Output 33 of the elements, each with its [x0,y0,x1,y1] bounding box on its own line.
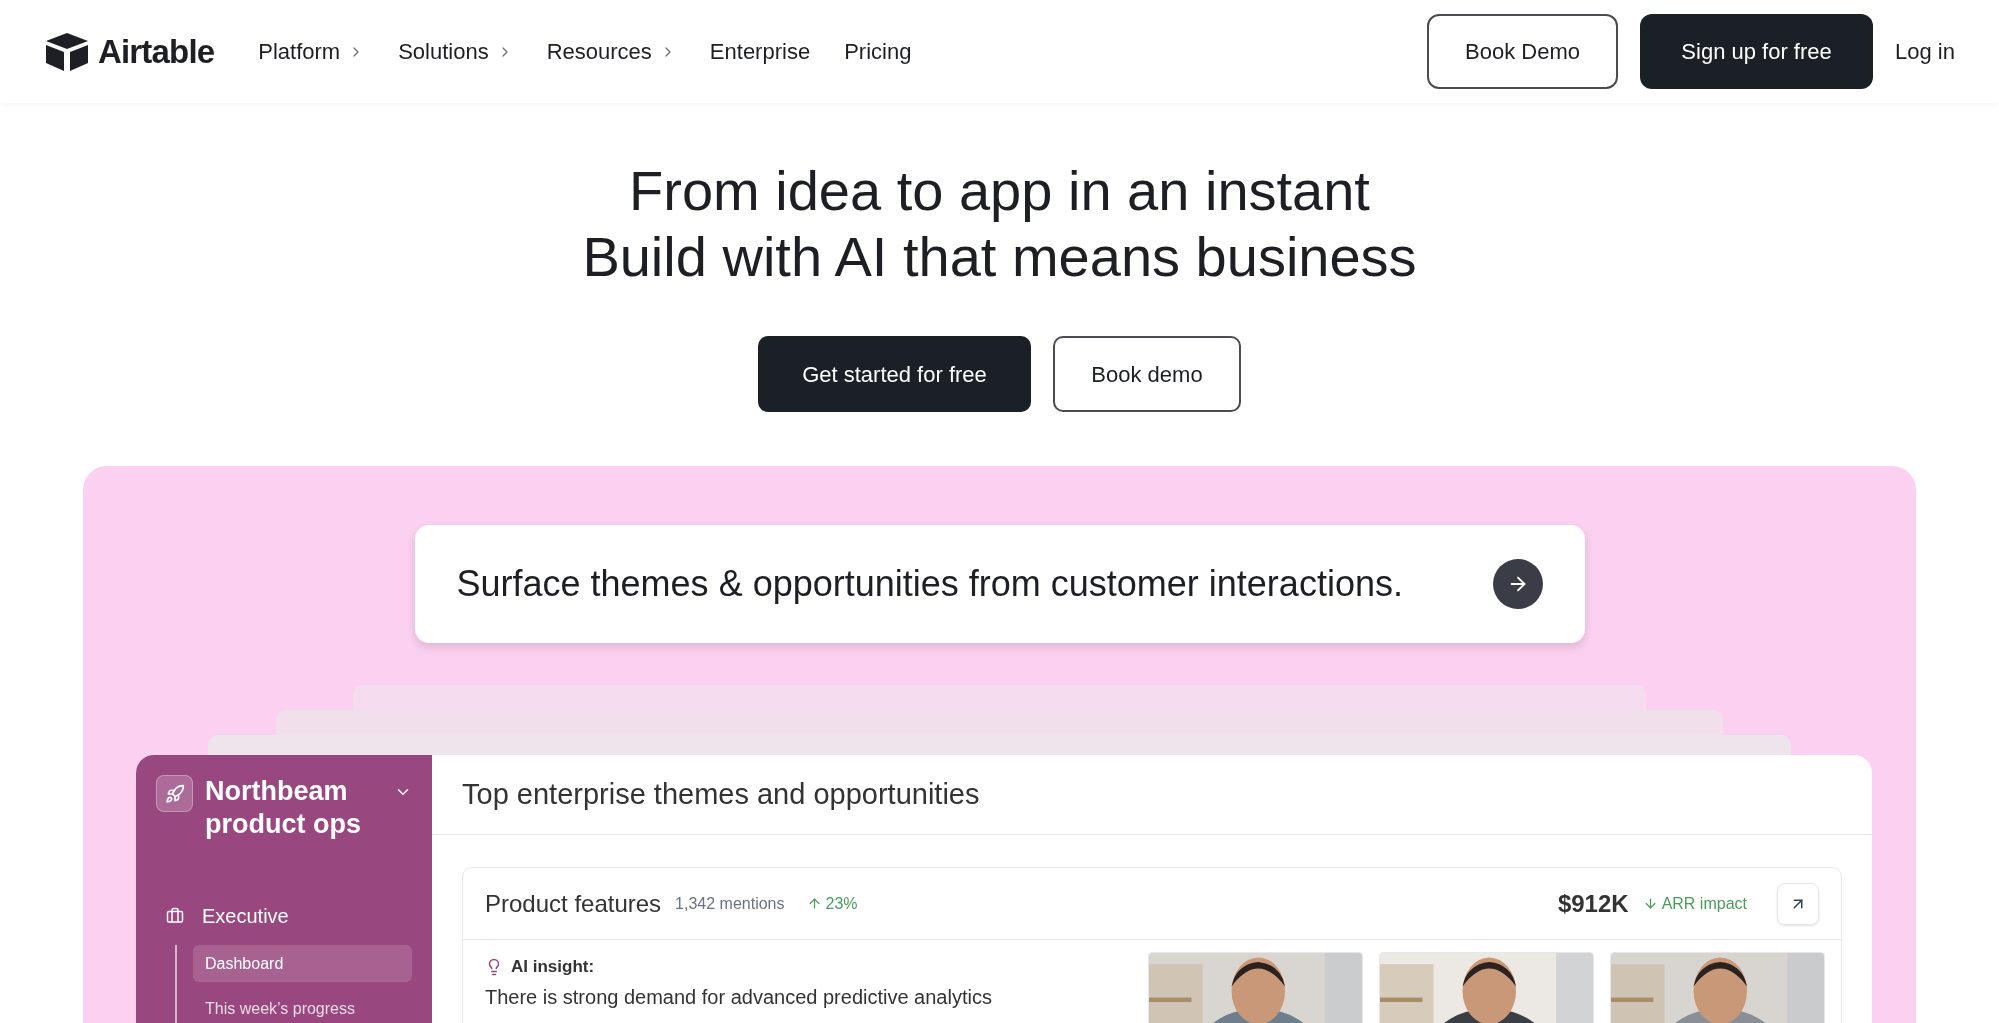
workspace-name[interactable]: Northbeam product ops [205,775,375,841]
hero-headline: From idea to app in an instant [629,158,1370,224]
insight-label: AI insight: [511,956,595,978]
arrow-down-icon [1642,896,1658,911]
nav-link[interactable]: Platform [258,35,365,68]
arr-value: $912K [1557,888,1629,919]
sidebar-item[interactable]: This week’s progress [193,990,412,1023]
sidebar-item[interactable]: Dashboard [193,945,412,982]
nav-link[interactable]: Resources [546,35,676,68]
arr-impact-label: ARR impact [1661,893,1747,914]
log-in-link[interactable]: Log in [1895,35,1955,68]
nav-link[interactable]: Enterprise [709,35,811,68]
workspace-icon [156,775,193,812]
book-demo-button[interactable]: Book Demo [1427,14,1619,89]
open-button[interactable] [1777,882,1819,925]
sign-up-button[interactable]: Sign up for free [1640,14,1874,89]
card-title: Product features [485,888,662,919]
briefcase-icon [166,907,184,925]
nav-link[interactable]: Solutions [398,35,513,68]
mentions-count: 1,342 mentions [675,893,785,914]
hero-headline: Build with AI that means business [582,224,1417,290]
page-title: Top enterprise themes and opportunities [462,776,980,812]
prompt-box[interactable]: Surface themes & opportunities from customer interactions. [414,525,1585,643]
prompt-text: Surface themes & opportunities from customer interactions. [456,562,1403,606]
submit-button[interactable] [1492,559,1543,609]
insight-text: There is strong demand for advanced predictive analytics [485,984,993,1010]
change-percent: 23% [825,893,858,914]
sidebar-section[interactable]: Executive [202,901,289,931]
book-demo-button[interactable]: Book demo [1053,336,1241,412]
logo-icon [44,31,90,72]
nav-link[interactable]: Pricing [844,35,912,68]
logo-wordmark[interactable]: Airtable [98,26,215,77]
get-started-button[interactable]: Get started for free [758,336,1031,412]
